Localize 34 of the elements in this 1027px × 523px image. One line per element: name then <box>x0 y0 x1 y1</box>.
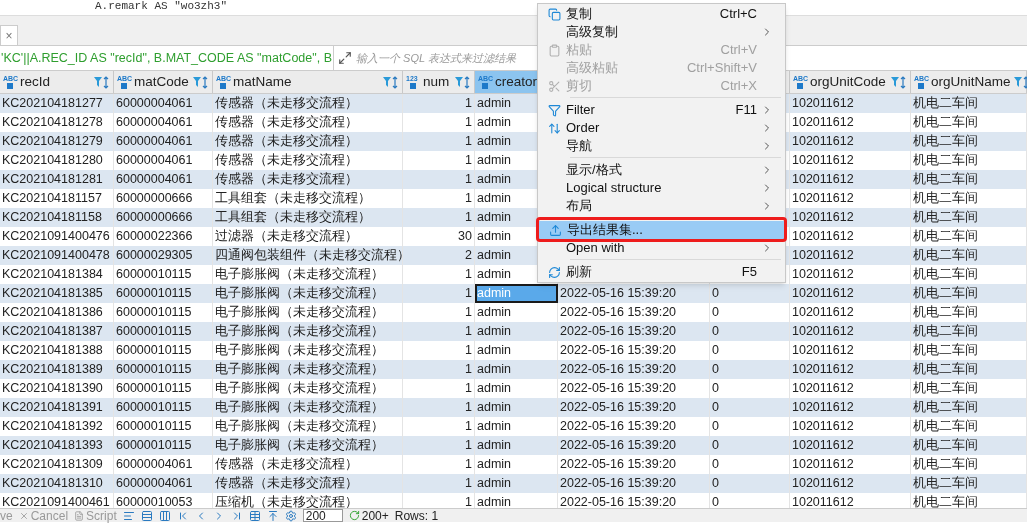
refresh-icon <box>348 510 360 521</box>
code-line: A.remark AS "wo3zh3" <box>95 0 228 12</box>
menu-item[interactable]: 复制 Ctrl+C <box>538 5 785 23</box>
columns-icon[interactable] <box>158 509 171 522</box>
filter-sort-icon[interactable] <box>891 75 907 89</box>
filter-sort-icon[interactable] <box>455 75 471 89</box>
menu-item[interactable]: 导出结果集... <box>539 221 784 239</box>
table-cell: admin <box>475 284 558 303</box>
clipboard-icon <box>547 43 561 57</box>
align-icon[interactable] <box>122 509 135 522</box>
close-icon <box>18 510 29 521</box>
rows-icon[interactable] <box>140 509 153 522</box>
result-tab[interactable]: × <box>0 25 18 45</box>
document-icon <box>74 510 85 521</box>
menu-item[interactable]: 高级复制 <box>538 23 785 41</box>
expand-icon[interactable] <box>338 51 352 65</box>
up-down-arrow-icon <box>547 121 561 135</box>
copy-icon <box>547 7 561 21</box>
refresh-icon <box>547 265 561 279</box>
settings-icon[interactable] <box>284 509 297 522</box>
row-count: Rows: 1 <box>394 509 439 522</box>
filter-icon <box>547 103 561 117</box>
scissors-icon <box>547 79 561 93</box>
filter-sort-icon[interactable] <box>193 75 209 89</box>
upload-icon[interactable] <box>266 509 279 522</box>
table-icon[interactable] <box>248 509 261 522</box>
sql-query: 'KC'||A.REC_ID AS "recId", B.MAT_CODE AS "matCode", B <box>0 49 333 67</box>
tab-close[interactable]: × <box>5 29 13 42</box>
filter-sort-icon[interactable] <box>1013 75 1027 89</box>
upload-icon <box>548 223 562 237</box>
fetch-size-field[interactable]: 200 <box>302 509 343 522</box>
filter-sort-icon[interactable] <box>383 75 399 89</box>
filter-sort-icon[interactable] <box>94 75 110 89</box>
fetch-more-button[interactable]: 200+ <box>348 509 389 522</box>
